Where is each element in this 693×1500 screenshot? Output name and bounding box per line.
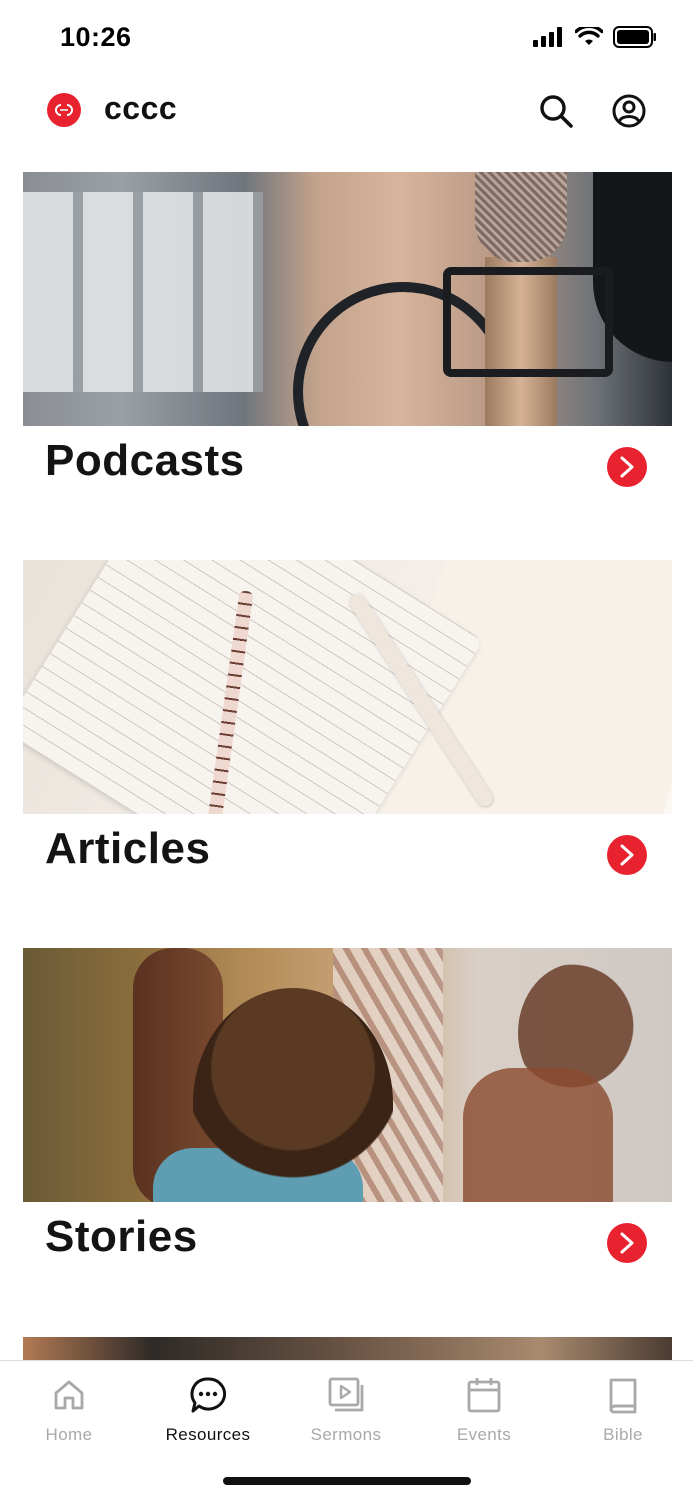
podcasts-image [23, 172, 672, 426]
card-podcasts[interactable]: Podcasts [23, 172, 672, 487]
status-icons [533, 24, 657, 53]
home-indicator[interactable] [223, 1477, 471, 1485]
tab-sermons[interactable]: Sermons [277, 1375, 415, 1445]
card-arrow-button[interactable] [607, 447, 647, 487]
tab-label: Home [45, 1425, 93, 1444]
battery-icon [613, 26, 657, 53]
tab-label: Resources [165, 1425, 251, 1444]
app-title: cccc [104, 90, 178, 126]
home-icon [49, 1375, 89, 1415]
calendar-icon [464, 1375, 504, 1415]
tab-label: Sermons [310, 1425, 382, 1444]
chevron-right-icon [620, 844, 634, 866]
chat-bubble-icon [188, 1375, 228, 1415]
articles-image [23, 560, 672, 814]
search-icon [540, 95, 573, 128]
card-arrow-button[interactable] [607, 1223, 647, 1263]
wifi-icon [574, 24, 604, 52]
card-title: Stories [45, 1212, 198, 1261]
chevron-right-icon [620, 1232, 634, 1254]
status-bar: 10:26 [0, 0, 693, 76]
status-time: 10:26 [60, 22, 132, 52]
video-play-icon [326, 1375, 366, 1415]
stories-image [23, 948, 672, 1202]
chevron-right-icon [620, 456, 634, 478]
account-icon [612, 94, 646, 128]
account-button[interactable] [610, 92, 648, 130]
tab-bible[interactable]: Bible [554, 1375, 692, 1445]
app-logo[interactable] [47, 93, 81, 127]
card-articles[interactable]: Articles [23, 560, 672, 875]
tab-home[interactable]: Home [0, 1375, 138, 1445]
card-title: Articles [45, 824, 211, 873]
card-title: Podcasts [45, 436, 245, 485]
tab-label: Bible [603, 1425, 643, 1444]
card-stories[interactable]: Stories [23, 948, 672, 1263]
book-icon [603, 1375, 643, 1415]
tab-events[interactable]: Events [415, 1375, 553, 1445]
card-arrow-button[interactable] [607, 835, 647, 875]
signal-icon [533, 27, 565, 52]
tab-label: Events [456, 1425, 512, 1444]
search-button[interactable] [537, 92, 575, 130]
tab-resources[interactable]: Resources [139, 1375, 277, 1445]
